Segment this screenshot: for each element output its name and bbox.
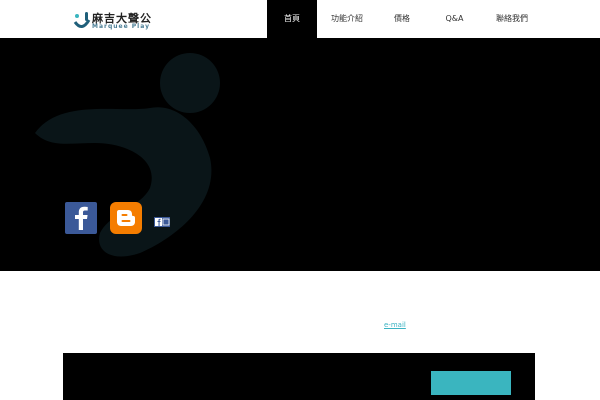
email-link[interactable]: e-mail — [384, 321, 406, 329]
blogger-button[interactable] — [110, 202, 142, 234]
facebook-icon — [75, 206, 88, 230]
nav-item-home[interactable]: 首頁 — [267, 0, 317, 38]
cta-button[interactable] — [431, 371, 511, 395]
feature-title-2 — [224, 292, 384, 306]
feature-title-3 — [384, 292, 544, 306]
nav-item-features[interactable]: 功能介紹 — [317, 0, 377, 38]
cta-bar — [63, 353, 535, 400]
page: 麻吉大聲公 Marquee Play 首頁 功能介紹 價格 Q&A 聯絡我們 e… — [0, 0, 600, 400]
brand-subtitle: Marquee Play — [92, 23, 151, 30]
hero-banner — [0, 38, 600, 271]
logo-mark-icon — [73, 12, 91, 28]
blogger-icon — [117, 210, 135, 226]
feature-column-2 — [224, 292, 384, 318]
feature-title-1 — [64, 292, 224, 306]
facebook-share-button[interactable] — [154, 212, 170, 227]
feature-body-3: e-mail — [384, 318, 544, 332]
brand-logo[interactable]: 麻吉大聲公 Marquee Play — [72, 10, 182, 34]
facebook-button[interactable] — [65, 202, 97, 234]
feature-column-1 — [64, 292, 224, 318]
nav-item-qa[interactable]: Q&A — [427, 0, 482, 38]
main-nav: 首頁 功能介紹 價格 Q&A 聯絡我們 — [267, 0, 542, 38]
nav-item-contact[interactable]: 聯絡我們 — [482, 0, 542, 38]
feature-column-3: e-mail — [384, 292, 544, 332]
site-header: 麻吉大聲公 Marquee Play 首頁 功能介紹 價格 Q&A 聯絡我們 — [0, 0, 600, 38]
nav-item-pricing[interactable]: 價格 — [377, 0, 427, 38]
facebook-share-icon — [154, 217, 170, 227]
hero-watermark-logo — [35, 53, 220, 257]
